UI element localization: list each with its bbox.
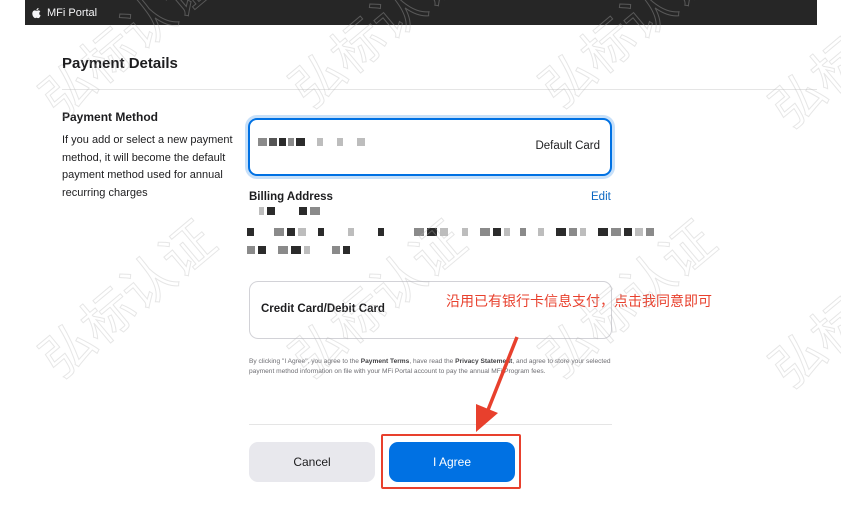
header-divider <box>62 89 817 90</box>
cancel-button[interactable]: Cancel <box>249 442 375 482</box>
i-agree-button[interactable]: I Agree <box>389 442 515 482</box>
billing-address-label: Billing Address <box>249 191 333 203</box>
billing-address-redacted-line-1 <box>259 207 320 215</box>
billing-address-redacted-line-3 <box>247 246 350 254</box>
privacy-statement-link[interactable]: Privacy Statement <box>455 358 512 365</box>
actions-divider <box>249 424 612 425</box>
billing-address-redacted-line-2 <box>247 228 654 236</box>
saved-card-option[interactable]: Default Card <box>248 118 612 176</box>
apple-logo-icon <box>32 7 41 18</box>
payment-method-heading: Payment Method <box>62 110 159 124</box>
default-card-label: Default Card <box>535 140 600 152</box>
legal-text-middle: , have read the <box>409 358 456 365</box>
credit-card-label: Credit Card/Debit Card <box>261 303 385 315</box>
page-title: Payment Details <box>62 55 178 72</box>
payment-method-description: If you add or select a new payment metho… <box>62 134 233 199</box>
masked-card-number <box>258 138 365 146</box>
top-bar: MFi Portal <box>25 0 817 25</box>
edit-billing-link[interactable]: Edit <box>591 191 611 203</box>
legal-notice: By clicking "I Agree", you agree to the … <box>249 357 615 376</box>
annotation-text: 沿用已有银行卡信息支付，点击我同意即可 <box>446 293 712 309</box>
payment-details-page: Payment Details Payment Method If you ad… <box>25 25 817 514</box>
payment-terms-link[interactable]: Payment Terms <box>361 358 410 365</box>
legal-text-prefix: By clicking "I Agree", you agree to the <box>249 358 361 365</box>
app-title: MFi Portal <box>47 6 98 19</box>
